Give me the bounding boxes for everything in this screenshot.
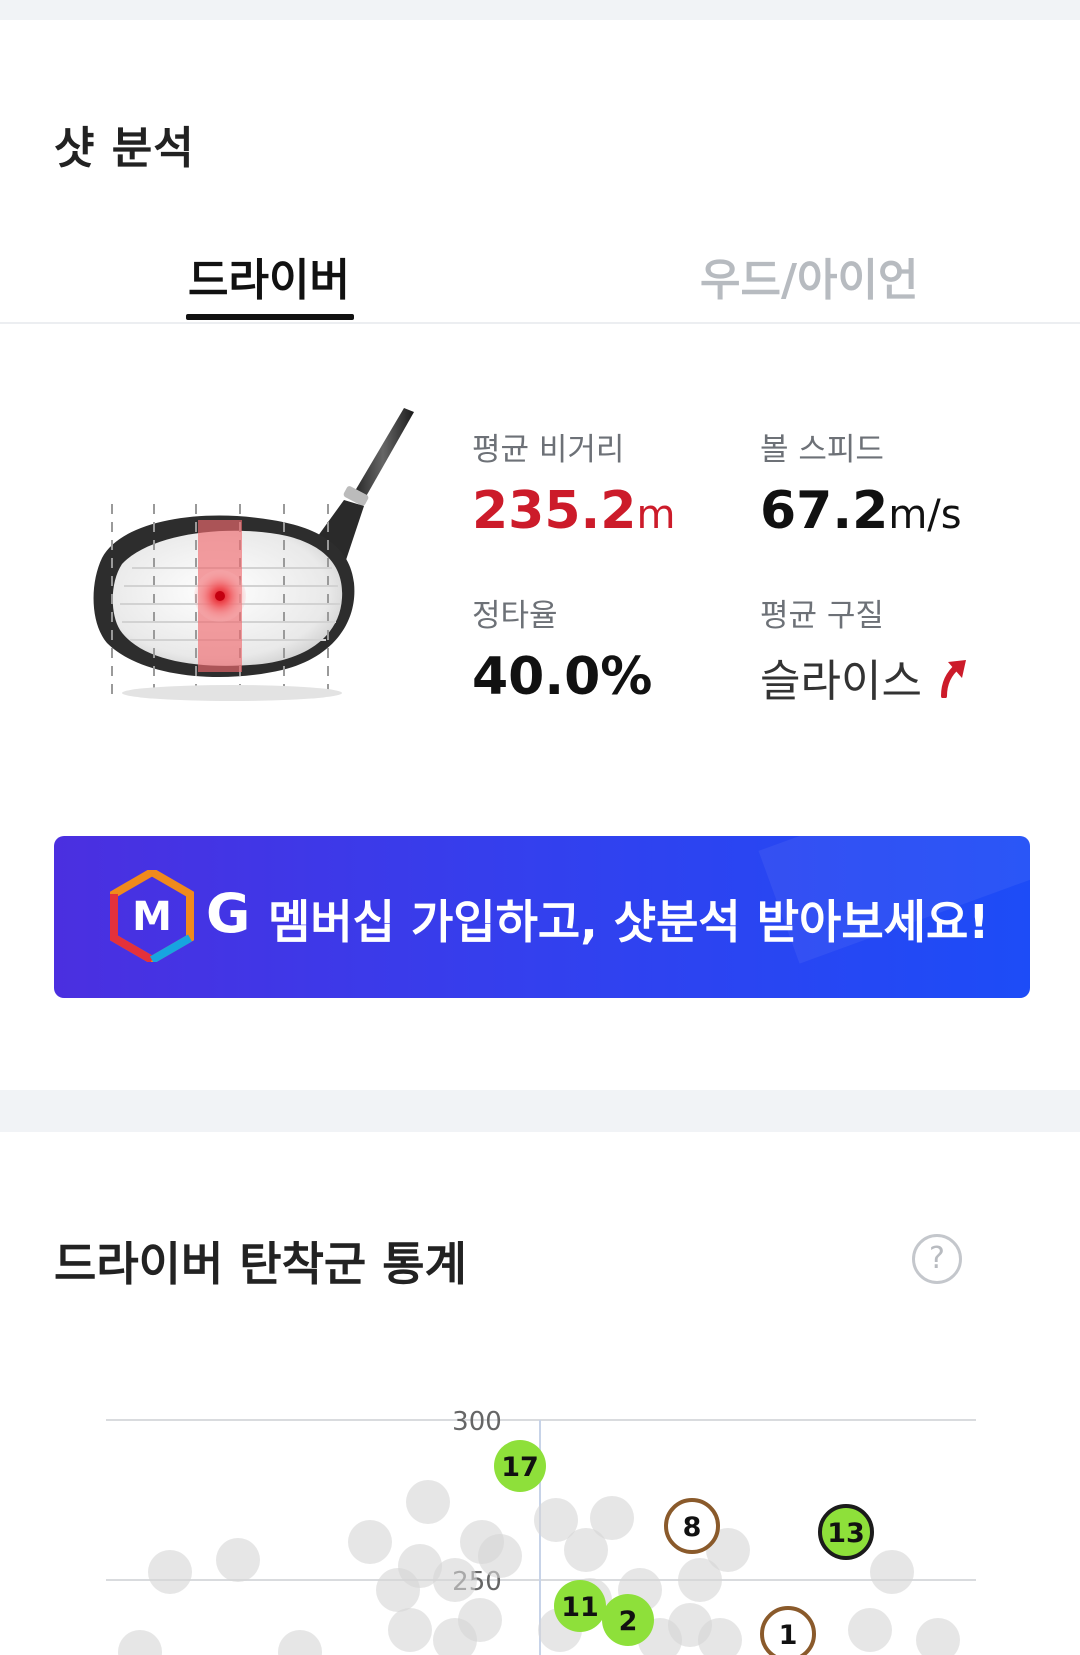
avg-distance-stat: 평균 비거리 235.2m <box>472 424 675 541</box>
chart-shot-label: 8 <box>683 1512 702 1543</box>
chart-shot-point <box>398 1544 442 1588</box>
membership-banner[interactable]: M G 멤버십 가입하고, 샷분석 받아보세요! <box>54 836 1030 998</box>
chart-shot-point <box>406 1480 450 1524</box>
accuracy-label: 정타율 <box>472 598 558 634</box>
landing-stats-title: 드라이버 탄착군 통계 <box>54 1237 467 1291</box>
banner-text: 멤버십 가입하고, 샷분석 받아보세요! <box>268 895 990 949</box>
membership-m-logo-icon: M <box>110 870 194 962</box>
chart-shot-point <box>870 1550 914 1594</box>
chart-shot-point <box>848 1608 892 1652</box>
section-title: 샷 분석 <box>54 123 195 174</box>
ball-speed-stat: 볼 스피드 67.2m/s <box>760 424 962 541</box>
top-section-divider <box>0 0 1080 20</box>
chart-shot-point <box>278 1630 322 1655</box>
avg-ball-flight-value-row: 슬라이스 <box>760 645 970 709</box>
tab-wood-iron[interactable]: 우드/아이언 <box>700 244 918 308</box>
avg-ball-flight-value: 슬라이스 <box>760 656 922 707</box>
chart-shot-point <box>148 1550 192 1594</box>
help-icon[interactable]: ? <box>912 1234 962 1284</box>
landing-scatter-chart: 300 250 17 8 13 11 2 1 <box>0 1390 1080 1655</box>
accuracy-stat: 정타율 40.0% <box>472 590 652 707</box>
chart-shot-label: 1 <box>779 1620 798 1651</box>
chart-shot-label: 17 <box>501 1452 539 1483</box>
avg-ball-flight-label: 평균 구질 <box>760 598 884 634</box>
avg-ball-flight-stat: 평균 구질 슬라이스 <box>760 590 970 709</box>
chart-shot-point <box>534 1498 578 1542</box>
driver-club-image <box>82 408 422 738</box>
banner-logo-letter: M <box>132 894 172 940</box>
active-tab-indicator <box>186 314 354 320</box>
club-tabs: 드라이버 우드/아이언 <box>0 230 1080 324</box>
ball-speed-value-row: 67.2m/s <box>760 481 962 541</box>
avg-distance-value: 235.2 <box>472 481 637 541</box>
banner-g-letter: G <box>206 882 251 945</box>
avg-distance-unit: m <box>636 492 676 538</box>
chart-shot-point <box>388 1608 432 1652</box>
avg-distance-label: 평균 비거리 <box>472 432 625 468</box>
accuracy-value: 40.0% <box>472 647 653 707</box>
ball-speed-label: 볼 스피드 <box>760 432 884 468</box>
chart-shot-label: 13 <box>827 1518 865 1549</box>
avg-distance-value-row: 235.2m <box>472 481 675 541</box>
chart-shot-point <box>916 1618 960 1655</box>
chart-shot-label: 2 <box>619 1606 638 1637</box>
slice-arrow-icon <box>940 660 966 699</box>
chart-shot-label: 11 <box>561 1592 599 1623</box>
mid-section-divider <box>0 1090 1080 1132</box>
chart-shot-point <box>348 1520 392 1564</box>
chart-shot-point <box>216 1538 260 1582</box>
chart-shot-point <box>478 1534 522 1578</box>
ball-speed-value: 67.2 <box>760 481 889 541</box>
ball-speed-unit: m/s <box>888 492 962 538</box>
tab-driver[interactable]: 드라이버 <box>188 244 350 308</box>
chart-y-tick-label: 300 <box>452 1407 502 1437</box>
chart-shot-point <box>118 1630 162 1655</box>
